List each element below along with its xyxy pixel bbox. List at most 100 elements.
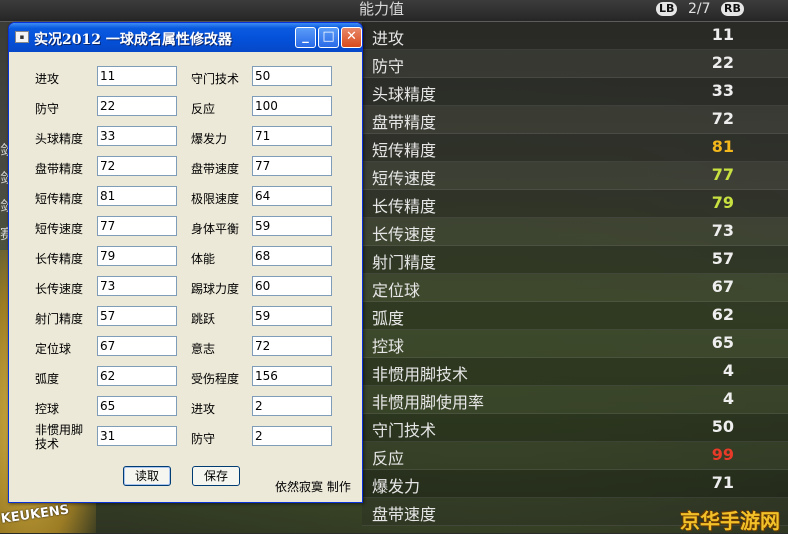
field-input[interactable]: [252, 126, 332, 146]
field-input[interactable]: [97, 126, 177, 146]
stat-row[interactable]: 防守 22: [362, 50, 788, 78]
stat-row[interactable]: 射门精度 57: [362, 246, 788, 274]
read-button[interactable]: 读取: [123, 466, 171, 486]
field-label: 进攻: [35, 72, 60, 86]
field-label: 体能: [191, 252, 216, 266]
field-label: 防守: [35, 102, 60, 116]
field-input[interactable]: [97, 186, 177, 206]
field-input[interactable]: [97, 336, 177, 356]
field-input[interactable]: [97, 66, 177, 86]
field-input[interactable]: [97, 96, 177, 116]
stat-value: 33: [711, 81, 734, 100]
field-label: 非惯用脚技术: [35, 423, 84, 451]
field-input[interactable]: [252, 246, 332, 266]
stat-value: 57: [711, 249, 734, 268]
stat-value: 62: [711, 305, 734, 324]
field-input[interactable]: [97, 156, 177, 176]
field-label: 意志: [191, 342, 216, 356]
field-input[interactable]: [97, 246, 177, 266]
field-label: 射门精度: [35, 312, 84, 326]
stat-row[interactable]: 短传速度 77: [362, 162, 788, 190]
field-input[interactable]: [252, 156, 332, 176]
field-label: 短传速度: [35, 222, 84, 236]
field-input[interactable]: [252, 96, 332, 116]
field-input[interactable]: [252, 366, 332, 386]
stat-name: 盘带速度: [372, 505, 437, 524]
stat-row[interactable]: 长传精度 79: [362, 190, 788, 218]
stat-row[interactable]: 反应 99: [362, 442, 788, 470]
field-input[interactable]: [252, 336, 332, 356]
field-label: 爆发力: [191, 132, 228, 146]
lb-button-icon[interactable]: LB: [656, 2, 678, 16]
window-titlebar[interactable]: ▪ 实况2012 一球成名属性修改器 _ □ ✕: [9, 23, 362, 52]
stat-row[interactable]: 短传精度 81: [362, 134, 788, 162]
stat-name: 爆发力: [372, 477, 421, 496]
stat-row[interactable]: 头球精度 33: [362, 78, 788, 106]
stat-row[interactable]: 爆发力 71: [362, 470, 788, 498]
stat-name: 头球精度: [372, 85, 437, 104]
field-input[interactable]: [97, 396, 177, 416]
stat-value: 77: [711, 165, 734, 184]
field-input[interactable]: [252, 306, 332, 326]
field-input[interactable]: [252, 216, 332, 236]
field-label: 短传精度: [35, 192, 84, 206]
field-label: 身体平衡: [191, 222, 240, 236]
field-input[interactable]: [97, 426, 177, 446]
rb-button-icon[interactable]: RB: [721, 2, 744, 16]
field-input[interactable]: [252, 186, 332, 206]
stat-name: 长传精度: [372, 197, 437, 216]
field-input[interactable]: [97, 366, 177, 386]
stat-row[interactable]: 定位球 67: [362, 274, 788, 302]
save-button[interactable]: 保存: [192, 466, 240, 486]
stat-value: 81: [711, 137, 734, 156]
stat-name: 控球: [372, 337, 405, 356]
maximize-button[interactable]: □: [318, 27, 339, 48]
stat-name: 防守: [372, 57, 405, 76]
field-label: 长传精度: [35, 252, 84, 266]
field-label: 弧度: [35, 372, 60, 386]
stat-row[interactable]: 盘带精度 72: [362, 106, 788, 134]
stat-name: 盘带精度: [372, 113, 437, 132]
window-title: 实况2012 一球成名属性修改器: [34, 32, 232, 48]
minimize-button[interactable]: _: [295, 27, 316, 48]
stat-row[interactable]: 弧度 62: [362, 302, 788, 330]
stat-row[interactable]: 守门技术 50: [362, 414, 788, 442]
field-input[interactable]: [252, 276, 332, 296]
site-watermark: 京华手游网: [680, 509, 780, 533]
stat-name: 弧度: [372, 309, 405, 328]
app-icon: ▪: [15, 31, 29, 43]
stat-value: 67: [711, 277, 734, 296]
stat-name: 长传速度: [372, 225, 437, 244]
field-input[interactable]: [252, 66, 332, 86]
field-input[interactable]: [252, 396, 332, 416]
field-input[interactable]: [97, 306, 177, 326]
stat-row[interactable]: 非惯用脚使用率 4: [362, 386, 788, 414]
field-label: 盘带速度: [191, 162, 240, 176]
stat-name: 短传速度: [372, 169, 437, 188]
field-input[interactable]: [97, 216, 177, 236]
stat-row[interactable]: 控球 65: [362, 330, 788, 358]
close-button[interactable]: ✕: [341, 27, 362, 48]
field-label: 定位球: [35, 342, 72, 356]
stat-row[interactable]: 进攻 11: [362, 22, 788, 50]
stat-value: 71: [711, 473, 734, 492]
stat-name: 非惯用脚技术: [372, 365, 469, 384]
stat-name: 短传精度: [372, 141, 437, 160]
stat-value: 65: [711, 333, 734, 352]
field-label: 极限速度: [191, 192, 240, 206]
stat-value: 50: [711, 417, 734, 436]
stat-row[interactable]: 非惯用脚技术 4: [362, 358, 788, 386]
stat-value: 72: [711, 109, 734, 128]
stat-name: 反应: [372, 449, 405, 468]
stat-row[interactable]: 长传速度 73: [362, 218, 788, 246]
game-header: 能力值 LB 2/7 RB: [0, 0, 788, 22]
stat-value: 4: [722, 361, 734, 380]
field-label: 防守: [191, 432, 216, 446]
stat-name: 定位球: [372, 281, 421, 300]
field-label: 受伤程度: [191, 372, 240, 386]
field-input[interactable]: [252, 426, 332, 446]
stat-value: 99: [711, 445, 734, 464]
field-input[interactable]: [97, 276, 177, 296]
stat-value: 73: [711, 221, 734, 240]
stat-name: 非惯用脚使用率: [372, 393, 485, 412]
